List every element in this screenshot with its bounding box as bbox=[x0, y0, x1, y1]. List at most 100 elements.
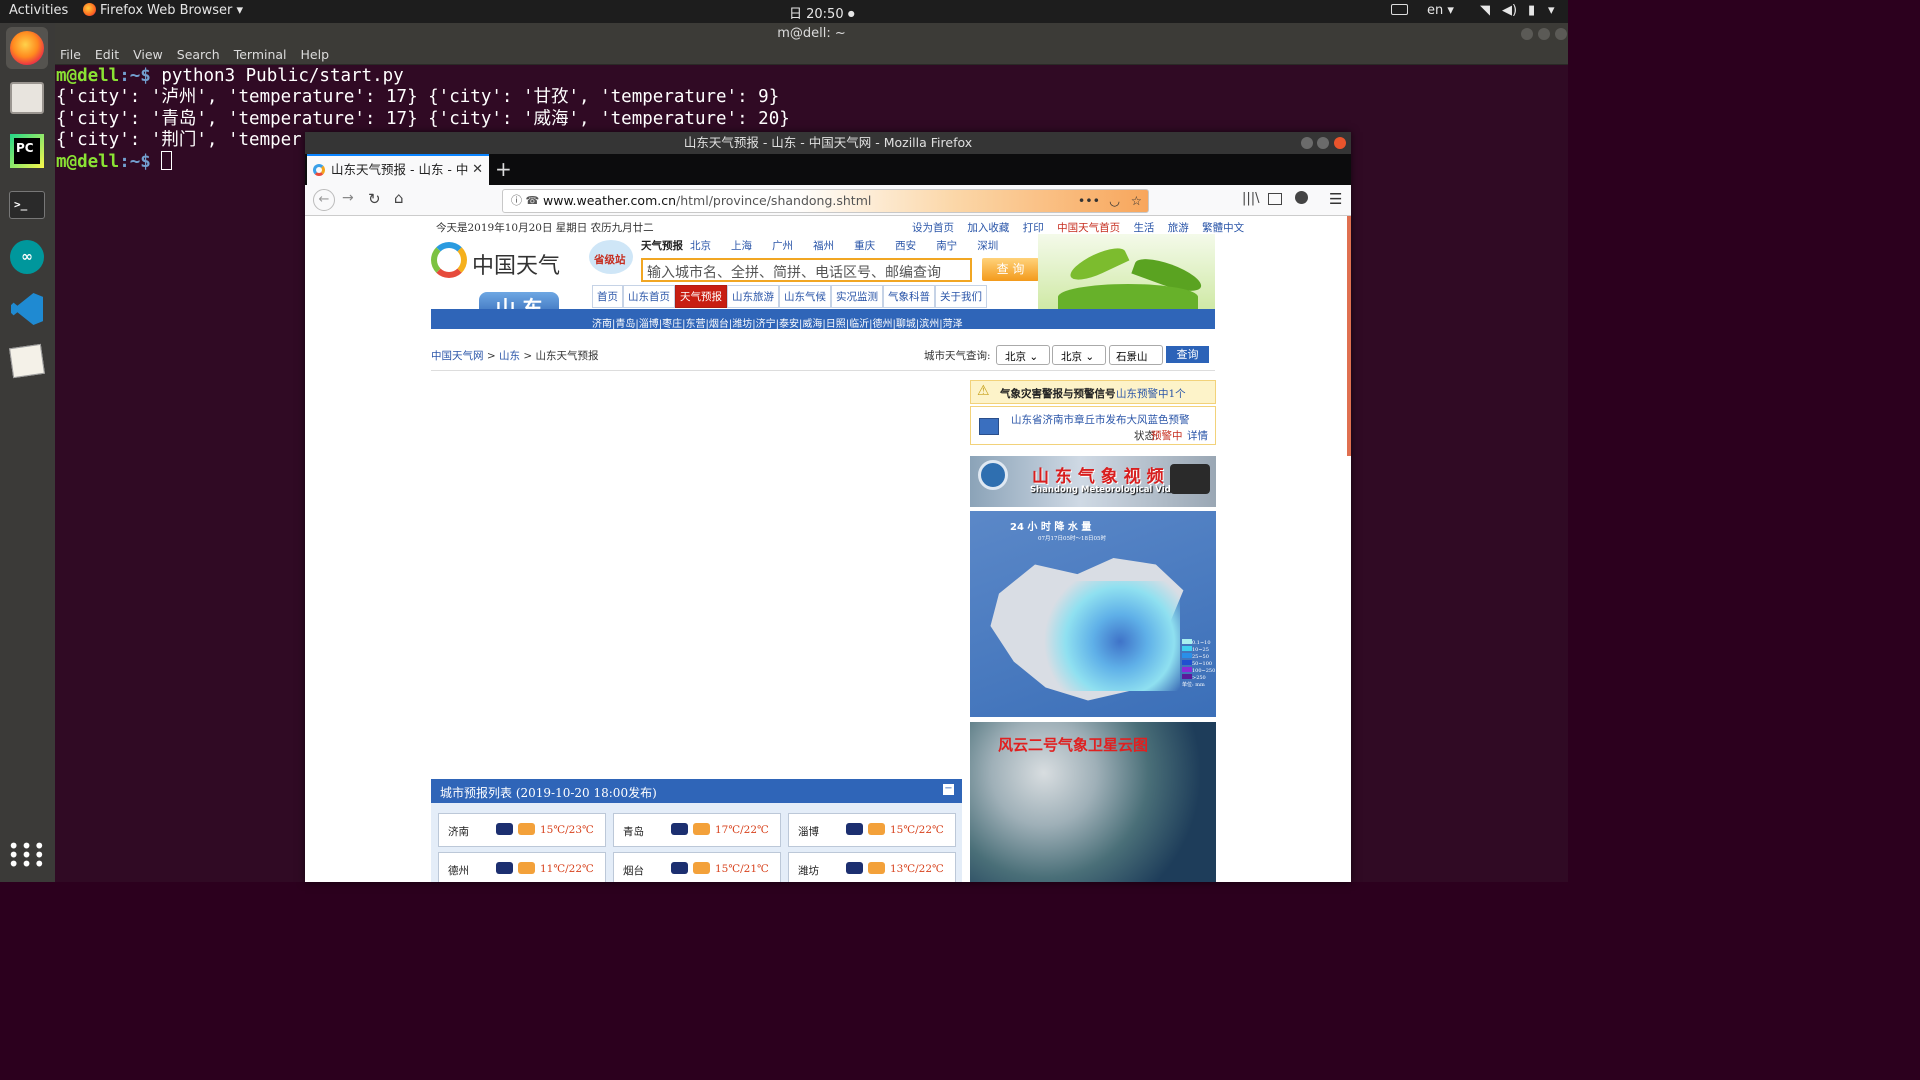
firefox-window[interactable]: 山东天气预报 - 山东 - 中国天气网 - Mozilla Firefox 山东… bbox=[305, 132, 1351, 882]
city-link[interactable]: 重庆 bbox=[854, 240, 875, 252]
city-link[interactable]: 济宁 bbox=[756, 319, 776, 330]
dock-files[interactable] bbox=[6, 77, 48, 119]
print-link[interactable]: 打印 bbox=[1023, 222, 1044, 234]
search-button[interactable]: 查 询 bbox=[982, 258, 1039, 281]
forecast-card[interactable]: 烟台 15℃/21℃ bbox=[613, 852, 781, 882]
forecast-card[interactable]: 淄博 15℃/22℃ bbox=[788, 813, 956, 847]
tab-shandong-home[interactable]: 山东首页 bbox=[623, 285, 675, 308]
tab-close-icon[interactable]: ✕ bbox=[469, 156, 483, 184]
city-link[interactable]: 聊城 bbox=[896, 319, 916, 330]
dock-arduino[interactable]: ∞ bbox=[6, 236, 48, 278]
close-button[interactable] bbox=[1334, 137, 1346, 149]
menu-view[interactable]: View bbox=[133, 47, 163, 62]
set-homepage-link[interactable]: 设为首页 bbox=[912, 222, 954, 234]
show-applications-button[interactable]: ••• ••• ••• bbox=[6, 834, 48, 876]
dock-firefox[interactable] bbox=[6, 27, 48, 69]
city-link[interactable]: 西安 bbox=[895, 240, 916, 252]
menu-search[interactable]: Search bbox=[177, 47, 220, 62]
tab-about[interactable]: 关于我们 bbox=[935, 285, 987, 308]
firefox-title-bar[interactable]: 山东天气预报 - 山东 - 中国天气网 - Mozilla Firefox bbox=[305, 132, 1351, 154]
menu-file[interactable]: File bbox=[60, 47, 81, 62]
alert-item-link[interactable]: 山东省济南市章丘市发布大风蓝色预警 bbox=[1011, 412, 1190, 427]
city-link[interactable]: 淄博 bbox=[639, 319, 659, 330]
dock-pycharm[interactable]: PC bbox=[6, 130, 48, 172]
tab-monitoring[interactable]: 实况监测 bbox=[831, 285, 883, 308]
dock-vscode[interactable] bbox=[6, 288, 48, 330]
volume-icon[interactable]: ◀) bbox=[1502, 3, 1517, 18]
city-link[interactable]: 广州 bbox=[772, 240, 793, 252]
tab-forecast[interactable]: 天气预报 bbox=[675, 285, 727, 308]
city-search-input[interactable]: 输入城市名、全拼、简拼、电话区号、邮编查询 bbox=[641, 258, 972, 282]
forecast-card[interactable]: 青岛 17℃/22℃ bbox=[613, 813, 781, 847]
url-bar[interactable]: ⓘ ☎ www.weather.com.cn/html/province/sha… bbox=[502, 189, 1149, 213]
breadcrumb-link[interactable]: 中国天气网 bbox=[431, 350, 484, 362]
dock-text-editor[interactable] bbox=[6, 340, 48, 382]
close-button[interactable] bbox=[1555, 28, 1567, 40]
city-link[interactable]: 枣庄 bbox=[662, 319, 682, 330]
minimize-button[interactable] bbox=[1521, 28, 1533, 40]
city-link[interactable]: 菏泽 bbox=[943, 319, 963, 330]
wifi-icon[interactable]: ◥ bbox=[1480, 3, 1490, 18]
travel-link[interactable]: 旅游 bbox=[1168, 222, 1189, 234]
city-link[interactable]: 深圳 bbox=[977, 240, 998, 252]
alert-count-link[interactable]: 山东预警中1个 bbox=[1116, 386, 1186, 401]
clock[interactable]: 日 20:50 ● bbox=[789, 3, 855, 22]
alert-detail-link[interactable]: 详情 bbox=[1187, 428, 1208, 443]
pocket-icon[interactable]: ◡ bbox=[1109, 190, 1120, 212]
collapse-icon[interactable]: − bbox=[943, 784, 954, 795]
page-scrollbar[interactable] bbox=[1347, 216, 1351, 456]
city-link[interactable]: 泰安 bbox=[779, 319, 799, 330]
weather-home-link[interactable]: 中国天气首页 bbox=[1057, 222, 1120, 234]
app-menu-button[interactable]: Firefox Web Browser ▾ bbox=[83, 3, 243, 18]
account-icon[interactable] bbox=[1295, 191, 1308, 204]
rainfall-map[interactable]: 24 小 时 降 水 量 07月17日05时～18日05时 0.1~10 10~… bbox=[970, 511, 1216, 717]
back-button[interactable]: ← bbox=[313, 189, 335, 211]
tab-science[interactable]: 气象科普 bbox=[883, 285, 935, 308]
city-link[interactable]: 济南 bbox=[592, 319, 612, 330]
tab-travel[interactable]: 山东旅游 bbox=[727, 285, 779, 308]
breadcrumb-link[interactable]: 山东 bbox=[499, 350, 520, 362]
site-info-icon[interactable]: ⓘ ☎ bbox=[511, 190, 539, 212]
dock-terminal[interactable]: >_ bbox=[6, 184, 48, 226]
life-link[interactable]: 生活 bbox=[1133, 222, 1154, 234]
terminal-title-bar[interactable]: m@dell: ~ bbox=[55, 23, 1568, 44]
city-link[interactable]: 东营 bbox=[686, 319, 706, 330]
traditional-chinese-link[interactable]: 繁體中文 bbox=[1202, 222, 1244, 234]
city-link[interactable]: 南宁 bbox=[936, 240, 957, 252]
language-selector[interactable]: en ▾ bbox=[1427, 3, 1454, 18]
battery-icon[interactable]: ▮ bbox=[1528, 3, 1535, 18]
page-actions-icon[interactable]: ••• bbox=[1078, 190, 1100, 212]
logo-text[interactable]: 中国天气 bbox=[472, 248, 560, 280]
menu-edit[interactable]: Edit bbox=[95, 47, 119, 62]
district-select[interactable]: 石景山 bbox=[1109, 345, 1163, 365]
bookmark-star-icon[interactable]: ☆ bbox=[1131, 190, 1142, 212]
city-select[interactable]: 北京 ⌄ bbox=[1052, 345, 1106, 365]
city-link[interactable]: 福州 bbox=[813, 240, 834, 252]
forecast-card[interactable]: 德州 11℃/22℃ bbox=[438, 852, 606, 882]
city-link[interactable]: 青岛 bbox=[615, 319, 635, 330]
library-icon[interactable]: |||\ bbox=[1242, 191, 1260, 206]
city-link[interactable]: 北京 bbox=[690, 240, 711, 252]
video-banner[interactable]: 山 东 气 象 视 频 Shandong Meteorological Vide… bbox=[970, 456, 1216, 507]
menu-help[interactable]: Help bbox=[301, 47, 330, 62]
satellite-cloud-image[interactable]: 风云二号气象卫星云图 bbox=[970, 722, 1216, 882]
city-link[interactable]: 威海 bbox=[802, 319, 822, 330]
maximize-button[interactable] bbox=[1538, 28, 1550, 40]
city-link[interactable]: 德州 bbox=[873, 319, 893, 330]
city-link[interactable]: 潍坊 bbox=[732, 319, 752, 330]
add-favorite-link[interactable]: 加入收藏 bbox=[967, 222, 1009, 234]
query-button[interactable]: 查询 bbox=[1166, 346, 1209, 363]
city-link[interactable]: 上海 bbox=[731, 240, 752, 252]
minimize-button[interactable] bbox=[1301, 137, 1313, 149]
forward-button[interactable]: → bbox=[342, 190, 354, 206]
forecast-card[interactable]: 潍坊 13℃/22℃ bbox=[788, 852, 956, 882]
menu-terminal[interactable]: Terminal bbox=[234, 47, 287, 62]
city-link[interactable]: 烟台 bbox=[709, 319, 729, 330]
reload-button[interactable]: ↻ bbox=[368, 190, 381, 208]
tab-active[interactable]: 山东天气预报 - 山东 - 中国 ✕ bbox=[307, 154, 489, 185]
city-link[interactable]: 临沂 bbox=[849, 319, 869, 330]
new-tab-button[interactable]: + bbox=[495, 157, 512, 181]
keyboard-icon[interactable] bbox=[1391, 4, 1408, 15]
city-link[interactable]: 滨州 bbox=[919, 319, 939, 330]
home-button[interactable]: ⌂ bbox=[394, 189, 404, 207]
